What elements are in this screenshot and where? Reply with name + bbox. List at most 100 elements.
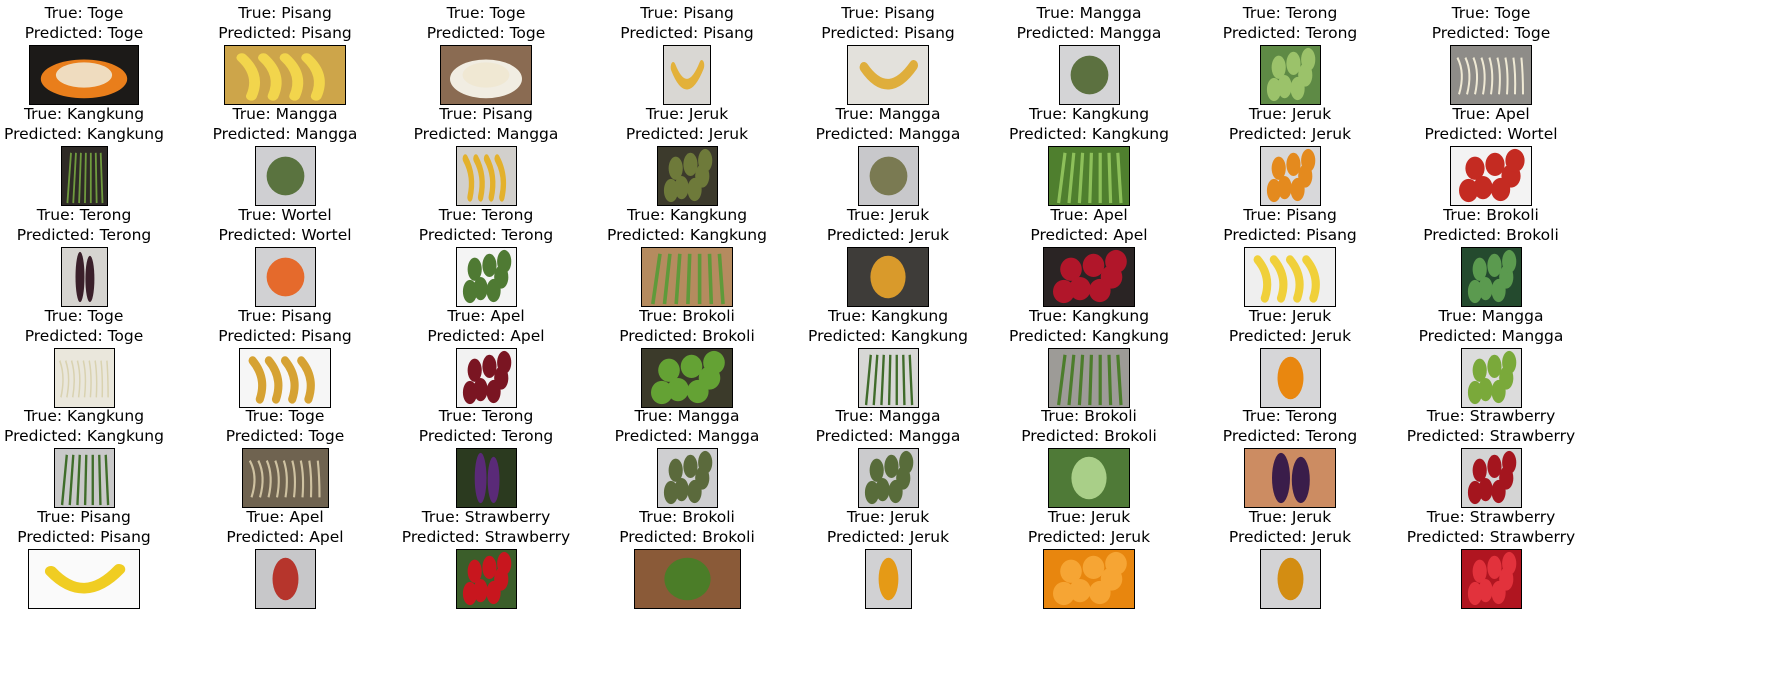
prediction-cell: True: Strawberry Predicted: Strawberry [375, 504, 597, 616]
prediction-cell: True: Toge Predicted: Toge [1380, 0, 1602, 112]
true-label: True: Apel [246, 508, 324, 526]
predicted-label: Predicted: Apel [226, 527, 344, 546]
predicted-label: Predicted: Kangkung [607, 225, 767, 244]
prediction-title: True: Jeruk Predicted: Jeruk [777, 508, 999, 547]
prediction-cell: True: Kangkung Predicted: Kangkung [978, 101, 1200, 213]
broccoli-bowl-image [641, 348, 733, 408]
prediction-title: True: Toge Predicted: Toge [375, 4, 597, 43]
bananas-image [455, 146, 517, 206]
eggplant-image [60, 247, 108, 307]
green-eggplants-image [1259, 45, 1321, 105]
prediction-title: True: Toge Predicted: Toge [174, 407, 396, 446]
predicted-label: Predicted: Jeruk [826, 225, 950, 244]
strawberries-image [1460, 448, 1522, 508]
water-spinach-image [60, 146, 108, 206]
water-spinach-bunch-image [641, 247, 733, 307]
strawberries-image [1460, 549, 1522, 609]
predicted-label: Predicted: Pisang [218, 326, 352, 345]
prediction-cell: True: Jeruk Predicted: Jeruk [1179, 303, 1401, 415]
water-spinach-leaves-image [53, 448, 115, 508]
predicted-label: Predicted: Strawberry [401, 527, 571, 546]
small-bananas-image [239, 348, 331, 408]
prediction-title: True: Apel Predicted: Apel [978, 206, 1200, 245]
predicted-label: Predicted: Jeruk [1228, 326, 1352, 345]
prediction-cell: True: Mangga Predicted: Mangga [777, 101, 999, 213]
prediction-title: True: Brokoli Predicted: Brokoli [1380, 206, 1602, 245]
prediction-cell: True: Toge Predicted: Toge [174, 403, 396, 515]
prediction-cell: True: Apel Predicted: Wortel [1380, 101, 1602, 213]
prediction-title: True: Kangkung Predicted: Kangkung [777, 307, 999, 346]
predicted-label: Predicted: Terong [418, 225, 554, 244]
orange-image [847, 247, 929, 307]
apple-image [254, 549, 316, 609]
true-label: True: Kangkung [23, 105, 145, 123]
prediction-cell: True: Mangga Predicted: Mangga [576, 403, 798, 515]
prediction-cell: True: Terong Predicted: Terong [1179, 0, 1401, 112]
true-label: True: Kangkung [1028, 105, 1150, 123]
true-label: True: Terong [438, 206, 534, 224]
broccoli-image [1048, 448, 1130, 508]
prediction-cell: True: Kangkung Predicted: Kangkung [576, 202, 798, 314]
predicted-label: Predicted: Terong [16, 225, 152, 244]
prediction-title: True: Apel Predicted: Wortel [1380, 105, 1602, 144]
prediction-title: True: Strawberry Predicted: Strawberry [1380, 508, 1602, 547]
predicted-label: Predicted: Mangga [614, 426, 760, 445]
predicted-label: Predicted: Pisang [218, 23, 352, 42]
true-label: True: Toge [245, 407, 325, 425]
predicted-label: Predicted: Wortel [218, 225, 352, 244]
mangoes-image [857, 448, 919, 508]
prediction-cell: True: Pisang Predicted: Pisang [174, 0, 396, 112]
prediction-title: True: Apel Predicted: Apel [375, 307, 597, 346]
eggplants-on-board-image [1244, 448, 1336, 508]
prediction-title: True: Jeruk Predicted: Jeruk [576, 105, 798, 144]
prediction-cell: True: Pisang Predicted: Pisang [0, 504, 195, 616]
prediction-title: True: Toge Predicted: Toge [0, 4, 195, 43]
prediction-title: True: Terong Predicted: Terong [1179, 4, 1401, 43]
prediction-cell: True: Toge Predicted: Toge [0, 303, 195, 415]
prediction-title: True: Mangga Predicted: Mangga [978, 4, 1200, 43]
water-spinach-image [1048, 348, 1130, 408]
prediction-cell: True: Kangkung Predicted: Kangkung [0, 403, 195, 515]
prediction-title: True: Terong Predicted: Terong [375, 407, 597, 446]
prediction-title: True: Mangga Predicted: Mangga [576, 407, 798, 446]
true-label: True: Toge [44, 307, 124, 325]
predicted-label: Predicted: Strawberry [1406, 527, 1576, 546]
prediction-cell: True: Mangga Predicted: Mangga [777, 403, 999, 515]
prediction-title: True: Mangga Predicted: Mangga [174, 105, 396, 144]
prediction-cell: True: Mangga Predicted: Mangga [978, 0, 1200, 112]
orange-image [1259, 549, 1321, 609]
predicted-label: Predicted: Toge [24, 23, 144, 42]
prediction-cell: True: Mangga Predicted: Mangga [1380, 303, 1602, 415]
true-label: True: Jeruk [1248, 307, 1332, 325]
dried-sprouts-image [241, 448, 329, 508]
prediction-cell: True: Kangkung Predicted: Kangkung [777, 303, 999, 415]
true-label: True: Jeruk [1248, 105, 1332, 123]
prediction-title: True: Pisang Predicted: Pisang [174, 4, 396, 43]
predicted-label: Predicted: Terong [1222, 426, 1358, 445]
true-label: True: Jeruk [1047, 508, 1131, 526]
predicted-label: Predicted: Mangga [413, 124, 559, 143]
banana-image [28, 549, 140, 609]
red-apples-image [455, 348, 517, 408]
true-label: True: Mangga [232, 105, 338, 123]
prediction-cell: True: Pisang Predicted: Pisang [576, 0, 798, 112]
prediction-title: True: Mangga Predicted: Mangga [1380, 307, 1602, 346]
predicted-label: Predicted: Terong [1222, 23, 1358, 42]
bean-sprouts-plate-image [29, 45, 139, 105]
prediction-title: True: Pisang Predicted: Mangga [375, 105, 597, 144]
true-label: True: Wortel [238, 206, 332, 224]
true-label: True: Toge [1451, 4, 1531, 22]
orange-image [864, 549, 912, 609]
mango-image [1058, 45, 1120, 105]
prediction-title: True: Toge Predicted: Toge [1380, 4, 1602, 43]
true-label: True: Terong [1242, 407, 1338, 425]
prediction-title: True: Kangkung Predicted: Kangkung [0, 105, 195, 144]
prediction-cell: True: Brokoli Predicted: Brokoli [978, 403, 1200, 515]
prediction-title: True: Wortel Predicted: Wortel [174, 206, 396, 245]
true-label: True: Terong [36, 206, 132, 224]
prediction-cell: True: Jeruk Predicted: Jeruk [1179, 101, 1401, 213]
prediction-title: True: Brokoli Predicted: Brokoli [978, 407, 1200, 446]
predicted-label: Predicted: Brokoli [1021, 426, 1157, 445]
true-label: True: Pisang [1243, 206, 1337, 224]
orange-image [1259, 348, 1321, 408]
